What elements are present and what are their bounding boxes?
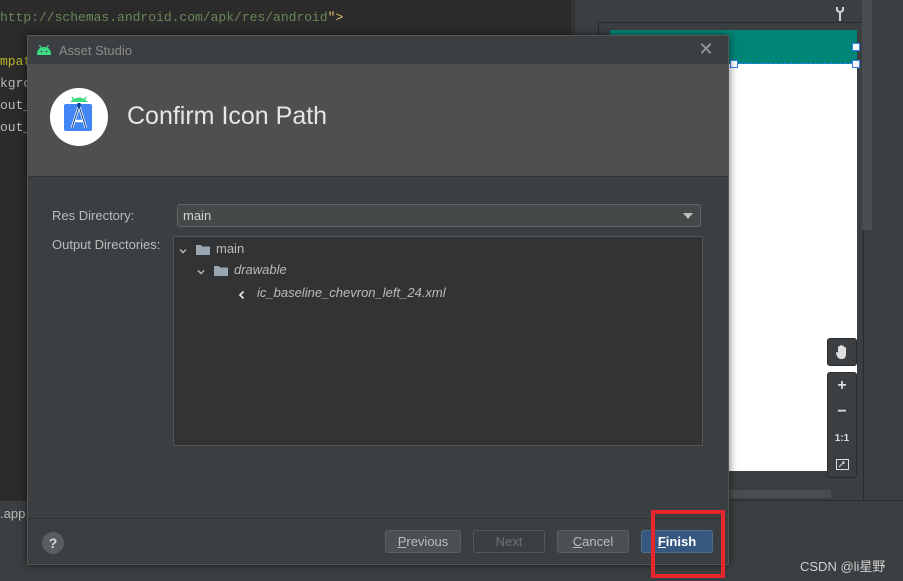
file-tab-label[interactable]: .app	[0, 506, 25, 521]
tree-node-file[interactable]: ic_baseline_chevron_left_24.xml	[237, 285, 446, 300]
highlight-box	[651, 510, 725, 578]
code-line-1: http://schemas.android.com/apk/res/andro…	[0, 10, 344, 25]
chevron-left-icon	[237, 288, 247, 299]
hand-icon	[828, 339, 856, 365]
selection-handle[interactable]	[852, 43, 860, 51]
selection-handle[interactable]	[852, 60, 860, 68]
cancel-button[interactable]: Cancel	[557, 530, 629, 553]
horizontal-scrollbar[interactable]	[727, 490, 831, 498]
output-directories-tree[interactable]: main drawable ic_baseline_chevron_left_2…	[173, 236, 703, 446]
chevron-down-icon[interactable]	[178, 244, 188, 254]
android-studio-logo	[50, 88, 108, 146]
actual-size-button[interactable]: 1:1	[828, 425, 856, 451]
selection-handle[interactable]	[730, 60, 738, 68]
res-directory-value: main	[183, 208, 212, 223]
res-directory-label: Res Directory:	[52, 208, 135, 223]
pan-button[interactable]	[827, 338, 857, 366]
chevron-down-icon	[683, 213, 693, 219]
folder-icon	[196, 243, 210, 255]
next-button[interactable]: Next	[473, 530, 545, 553]
dialog-titlebar[interactable]: Asset Studio ✕	[28, 36, 728, 64]
header-divider	[28, 176, 728, 177]
fit-screen-icon[interactable]	[828, 451, 856, 477]
zoom-controls: + − 1:1	[827, 372, 857, 478]
android-icon	[36, 43, 52, 55]
tree-node-label: drawable	[234, 262, 287, 277]
tree-node-main[interactable]: main	[178, 241, 244, 256]
vertical-scrollbar[interactable]	[862, 0, 872, 230]
previous-button[interactable]: Previous	[385, 530, 461, 553]
output-directories-label: Output Directories:	[52, 237, 161, 252]
dialog-title: Asset Studio	[59, 43, 132, 58]
help-button[interactable]: ?	[42, 532, 64, 554]
tree-node-label: main	[216, 241, 245, 256]
close-icon[interactable]: ✕	[696, 39, 716, 59]
folder-icon	[214, 264, 228, 276]
tree-node-drawable[interactable]: drawable	[196, 262, 287, 277]
tree-node-label: ic_baseline_chevron_left_24.xml	[257, 285, 446, 300]
res-directory-select[interactable]: main	[177, 204, 701, 227]
zoom-in-button[interactable]: +	[828, 373, 856, 399]
footer-divider	[28, 518, 728, 519]
asset-studio-dialog: Asset Studio ✕ Confirm Icon Path Res Dir…	[27, 35, 729, 565]
page-title: Confirm Icon Path	[127, 102, 328, 130]
chevron-down-icon[interactable]	[196, 265, 206, 275]
watermark: CSDN @li星野	[800, 559, 886, 574]
zoom-out-button[interactable]: −	[828, 399, 856, 425]
dialog-header: Confirm Icon Path	[28, 64, 728, 176]
